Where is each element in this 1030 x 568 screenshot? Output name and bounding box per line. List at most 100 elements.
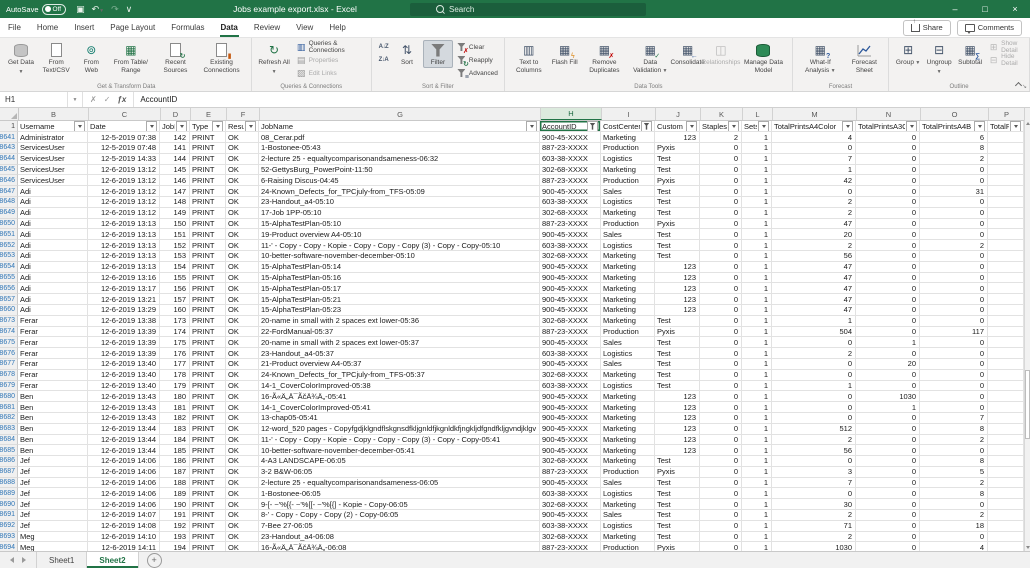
- cell[interactable]: 12-6-2019 13:40: [88, 380, 160, 392]
- cell[interactable]: PRINT: [190, 466, 226, 478]
- cell[interactable]: ServicesUser: [18, 153, 88, 165]
- cell[interactable]: 0: [856, 283, 920, 295]
- filter-button-G[interactable]: [526, 121, 537, 132]
- cell[interactable]: 0: [700, 196, 742, 208]
- cell[interactable]: Marketing: [601, 412, 655, 424]
- cell[interactable]: 185: [160, 445, 190, 457]
- cell[interactable]: 71: [772, 520, 856, 532]
- cell[interactable]: 189: [160, 488, 190, 500]
- cell[interactable]: 1: [742, 412, 772, 424]
- cell[interactable]: PRINT: [190, 175, 226, 187]
- cell[interactable]: Adi: [18, 304, 88, 316]
- cell[interactable]: 1: [742, 186, 772, 197]
- cell[interactable]: 3: [772, 466, 856, 478]
- cell[interactable]: 0: [700, 304, 742, 316]
- cell[interactable]: [988, 488, 1024, 500]
- cell[interactable]: 147: [160, 186, 190, 197]
- cell[interactable]: 18: [920, 520, 988, 532]
- queries-connections-button[interactable]: ▥ Queries & Connections: [294, 40, 367, 54]
- cell[interactable]: Production: [601, 542, 655, 551]
- cell[interactable]: 900-45-XXXX: [540, 294, 601, 305]
- cell[interactable]: 123: [655, 294, 700, 305]
- cell[interactable]: 1: [856, 337, 920, 349]
- cell[interactable]: 1: [742, 261, 772, 273]
- cell[interactable]: 0: [700, 142, 742, 154]
- cell[interactable]: 1: [742, 218, 772, 230]
- from-table-range-button[interactable]: ▦ From Table/ Range: [107, 40, 154, 74]
- header-cell-totalprin[interactable]: TotalPrin: [988, 121, 1024, 133]
- scroll-up-icon[interactable]: [1026, 122, 1030, 125]
- row-number[interactable]: 8654: [0, 261, 18, 273]
- cell[interactable]: 0: [856, 520, 920, 532]
- cell[interactable]: 0: [920, 272, 988, 284]
- cell[interactable]: OK: [226, 315, 259, 327]
- cell[interactable]: 603-38-XXXX: [540, 196, 601, 208]
- cell[interactable]: Marketing: [601, 261, 655, 273]
- cell[interactable]: 0: [700, 294, 742, 305]
- cell[interactable]: 0: [856, 531, 920, 543]
- cell[interactable]: Sales: [601, 229, 655, 241]
- cell[interactable]: 603-38-XXXX: [540, 348, 601, 359]
- cell[interactable]: [988, 272, 1024, 284]
- cell[interactable]: 504: [772, 326, 856, 338]
- cell[interactable]: 302-68-XXXX: [540, 207, 601, 219]
- cell[interactable]: PRINT: [190, 520, 226, 532]
- cell[interactable]: 16-Ã«Ä„Ä¯ÃčÄ¾Ä„-05:41: [259, 391, 540, 403]
- cell[interactable]: PRINT: [190, 348, 226, 359]
- cell[interactable]: 0: [700, 186, 742, 197]
- cell[interactable]: 1: [742, 402, 772, 413]
- cell[interactable]: 603-38-XXXX: [540, 153, 601, 165]
- filter-button-F[interactable]: [245, 121, 256, 132]
- row-number[interactable]: 8685: [0, 445, 18, 457]
- cell[interactable]: [988, 456, 1024, 467]
- column-header-I[interactable]: I: [602, 108, 656, 120]
- menu-tab-file[interactable]: File: [0, 18, 29, 37]
- cell[interactable]: 1: [742, 456, 772, 467]
- cell[interactable]: 0: [920, 283, 988, 295]
- cell[interactable]: PRINT: [190, 272, 226, 284]
- cell[interactable]: 900-45-XXXX: [540, 434, 601, 446]
- cell[interactable]: OK: [226, 445, 259, 457]
- remove-duplicates-button[interactable]: ▦ ✗ Remove Duplicates: [581, 40, 628, 74]
- cell[interactable]: 11-' - Copy - Copy - Kopie - Copy - Copy…: [259, 240, 540, 251]
- cell[interactable]: Marketing: [601, 250, 655, 262]
- cell[interactable]: Test: [655, 358, 700, 370]
- cell[interactable]: Test: [655, 520, 700, 532]
- cell[interactable]: 123: [655, 391, 700, 403]
- cell[interactable]: 15-AlphaTestPlan-05:17: [259, 283, 540, 295]
- filter-button-P[interactable]: [1010, 121, 1021, 132]
- cell[interactable]: 900-45-XXXX: [540, 186, 601, 197]
- cell[interactable]: 0: [856, 132, 920, 143]
- vertical-scrollbar[interactable]: [1024, 120, 1030, 551]
- cell[interactable]: 12-6-2019 13:43: [88, 391, 160, 403]
- row-number[interactable]: 8691: [0, 510, 18, 521]
- cell[interactable]: [988, 294, 1024, 305]
- row-number[interactable]: 8652: [0, 240, 18, 251]
- cell[interactable]: 123: [655, 434, 700, 446]
- cell[interactable]: 0: [856, 240, 920, 251]
- cell[interactable]: Ben: [18, 445, 88, 457]
- cell[interactable]: 6: [920, 132, 988, 143]
- cell[interactable]: OK: [226, 294, 259, 305]
- cell[interactable]: PRINT: [190, 456, 226, 467]
- filter-button-I[interactable]: [641, 121, 652, 132]
- scroll-down-icon[interactable]: [1026, 546, 1030, 549]
- cell[interactable]: OK: [226, 283, 259, 295]
- cell[interactable]: 123: [655, 304, 700, 316]
- sort-asc-button[interactable]: A↓Z: [376, 41, 391, 53]
- cell[interactable]: [988, 358, 1024, 370]
- cell[interactable]: 0: [920, 294, 988, 305]
- row-number[interactable]: 8679: [0, 380, 18, 392]
- header-cell-jobname[interactable]: JobName: [259, 121, 540, 133]
- cell[interactable]: 12-6-2019 13:39: [88, 348, 160, 359]
- cell[interactable]: PRINT: [190, 412, 226, 424]
- cell[interactable]: 123: [655, 412, 700, 424]
- cell[interactable]: 30: [772, 499, 856, 511]
- cell[interactable]: Marketing: [601, 531, 655, 543]
- what-if-analysis-button[interactable]: ▦? What-If Analysis ▼: [797, 40, 844, 75]
- cell[interactable]: 123: [655, 261, 700, 273]
- cell[interactable]: Pyxis: [655, 542, 700, 551]
- cell[interactable]: Test: [655, 369, 700, 381]
- row-number[interactable]: 8680: [0, 391, 18, 403]
- cell[interactable]: 12-5-2019 07:38: [88, 132, 160, 143]
